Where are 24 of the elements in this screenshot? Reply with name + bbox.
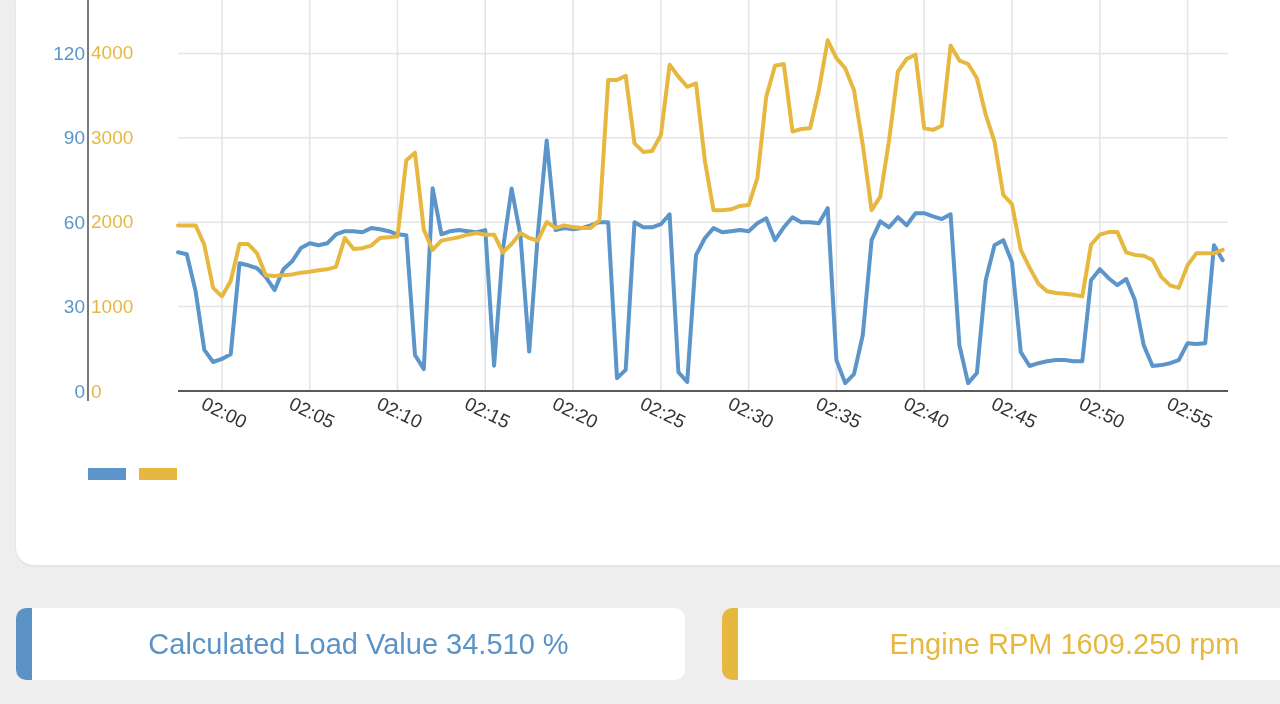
y-axis-label: 4000: [91, 42, 134, 64]
y-axis-label: 90: [63, 127, 85, 149]
x-axis-label: 02:15: [461, 392, 514, 433]
x-axis-label: 02:30: [724, 392, 777, 433]
y-axis-label: 1000: [91, 296, 134, 317]
y-axis-label: 0: [91, 380, 102, 402]
x-axis-label: 02:00: [198, 392, 251, 433]
x-axis-label: 02:35: [812, 392, 865, 433]
readout-label: Engine RPM 1609.250 rpm: [889, 627, 1240, 661]
x-axis-label: 02:10: [373, 392, 426, 433]
y-axis-label: 2000: [91, 211, 134, 233]
y-axis-label: 30: [63, 296, 85, 318]
x-axis-label: 02:20: [549, 392, 602, 433]
y-axis-label: 3000: [91, 127, 134, 148]
x-axis-label: 02:45: [988, 392, 1041, 433]
x-axis-label: 02:50: [1076, 392, 1128, 433]
x-axis-label: 02:55: [1163, 392, 1216, 433]
x-axis-label: 02:40: [900, 392, 953, 433]
y-axis-label: 0: [74, 380, 85, 402]
readout-label: Calculated Load Value 34.510 %: [148, 627, 569, 661]
x-axis-label: 02:05: [285, 392, 338, 433]
y-axis-label: 60: [63, 211, 85, 233]
x-axis-label: 02:25: [637, 392, 690, 433]
y-axis-label: 120: [53, 42, 85, 64]
